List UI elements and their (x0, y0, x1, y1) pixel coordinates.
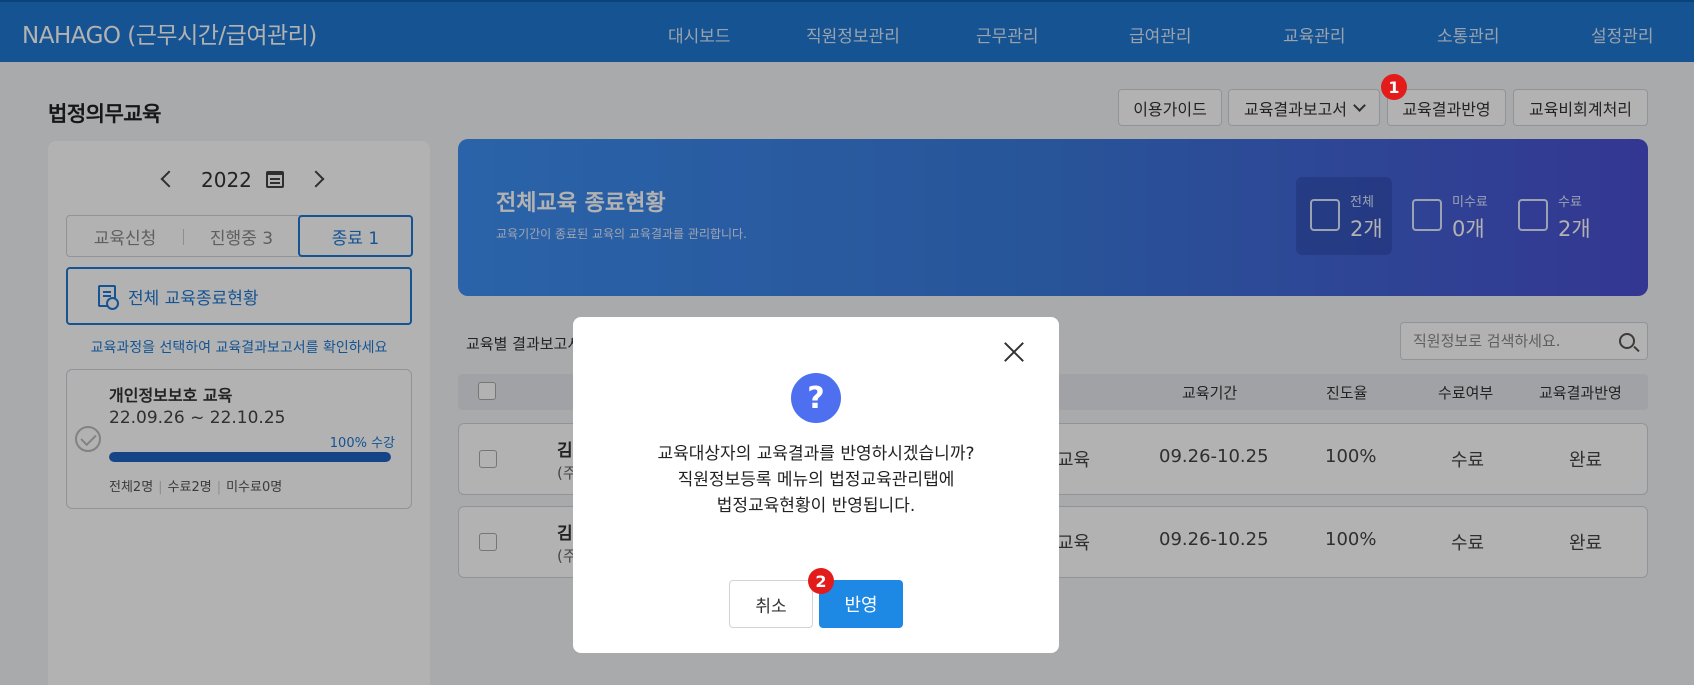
dialog-message: 교육대상자의 교육결과를 반영하시겠습니까? 직원정보등록 메뉴의 법정교육관리… (657, 444, 975, 516)
confirm-dialog: ? 교육대상자의 교육결과를 반영하시겠습니까? 직원정보등록 메뉴의 법정교육… (573, 317, 1059, 653)
cancel-button[interactable]: 취소 (729, 580, 813, 628)
step-badge-2: 2 (808, 568, 834, 594)
question-icon: ? (791, 373, 841, 423)
close-icon[interactable] (1003, 341, 1025, 363)
step-badge-1: 1 (1381, 74, 1407, 100)
